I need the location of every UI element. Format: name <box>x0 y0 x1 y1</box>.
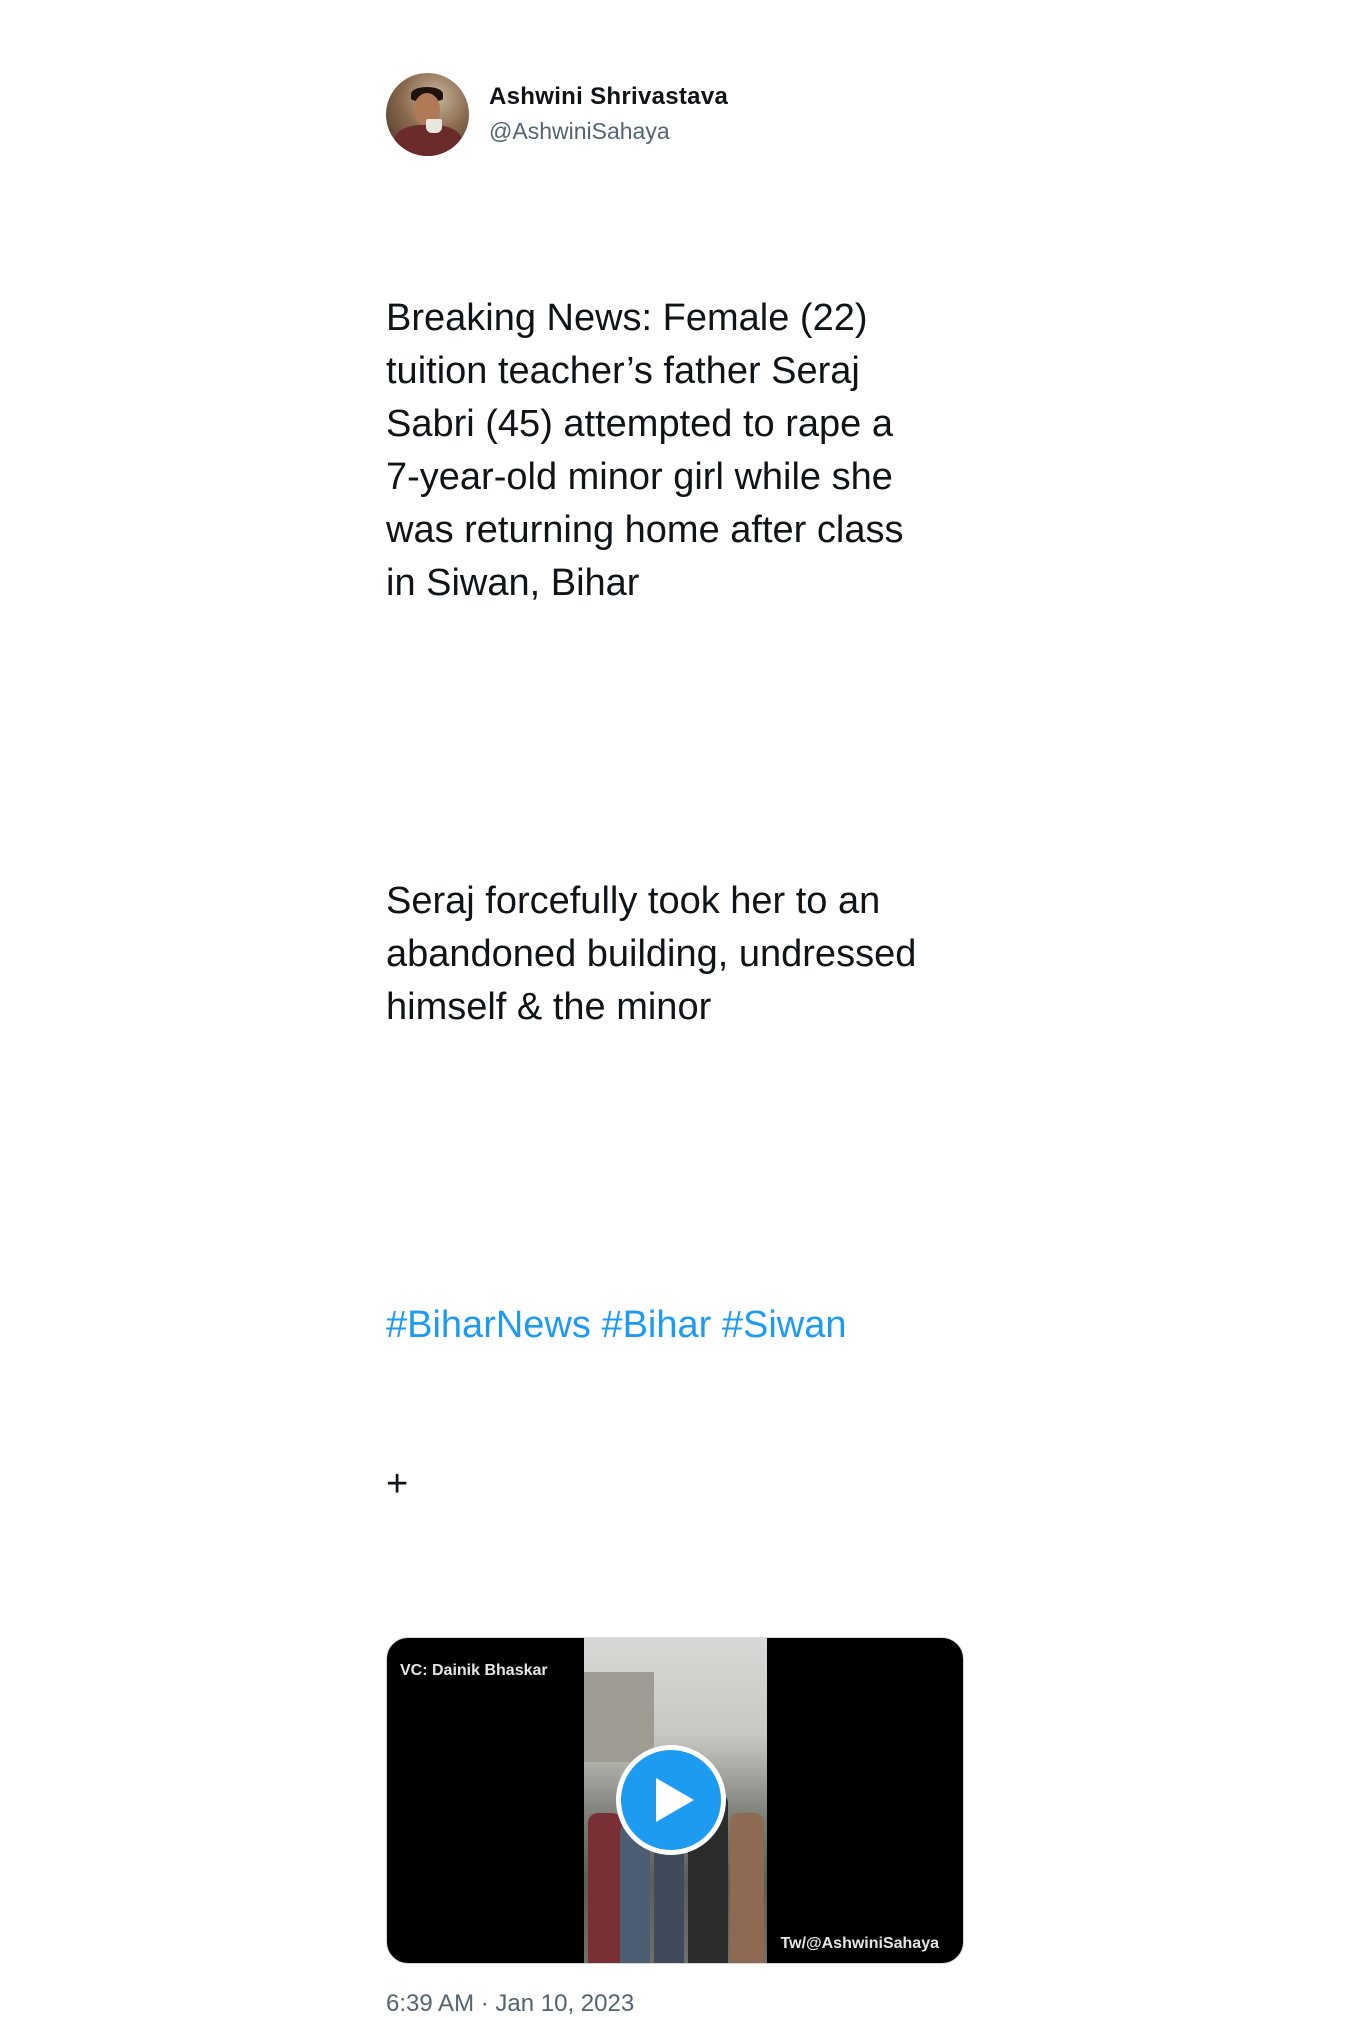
video-watermark-credit: VC: Dainik Bhaskar <box>400 1662 548 1679</box>
tweet-text: Breaking News: Female (22) tuition teach… <box>386 186 964 1617</box>
tweet-paragraph-2: Seraj forcefully took her to an abandone… <box>386 880 917 1028</box>
hashtag-biharnews[interactable]: #BiharNews <box>386 1304 591 1346</box>
tweet-extra-line: + <box>386 1463 409 1505</box>
tweet-hashtags: #BiharNews #Bihar #Siwan <box>386 1299 964 1352</box>
hashtag-siwan[interactable]: #Siwan <box>722 1304 847 1346</box>
hashtag-bihar[interactable]: #Bihar <box>601 1304 711 1346</box>
tweet-timestamp[interactable]: 6:39 AM · Jan 10, 2023 <box>386 1990 964 2018</box>
tweet-paragraph-1: Breaking News: Female (22) tuition teach… <box>386 297 904 604</box>
tweet-card: Ashwini Shrivastava @AshwiniSahaya Break… <box>386 72 964 2018</box>
play-button[interactable] <box>616 1745 726 1855</box>
video-watermark-handle: Tw/@AshwiniSahaya <box>780 1935 939 1952</box>
author-handle[interactable]: @AshwiniSahaya <box>489 116 728 146</box>
tweet-header: Ashwini Shrivastava @AshwiniSahaya <box>386 72 964 156</box>
author-display-name[interactable]: Ashwini Shrivastava <box>489 82 728 112</box>
avatar[interactable] <box>386 72 469 156</box>
video-player[interactable]: VC: Dainik Bhaskar Tw/@AshwiniSahaya <box>386 1637 964 1964</box>
play-icon <box>656 1778 694 1822</box>
author-names: Ashwini Shrivastava @AshwiniSahaya <box>489 82 728 146</box>
